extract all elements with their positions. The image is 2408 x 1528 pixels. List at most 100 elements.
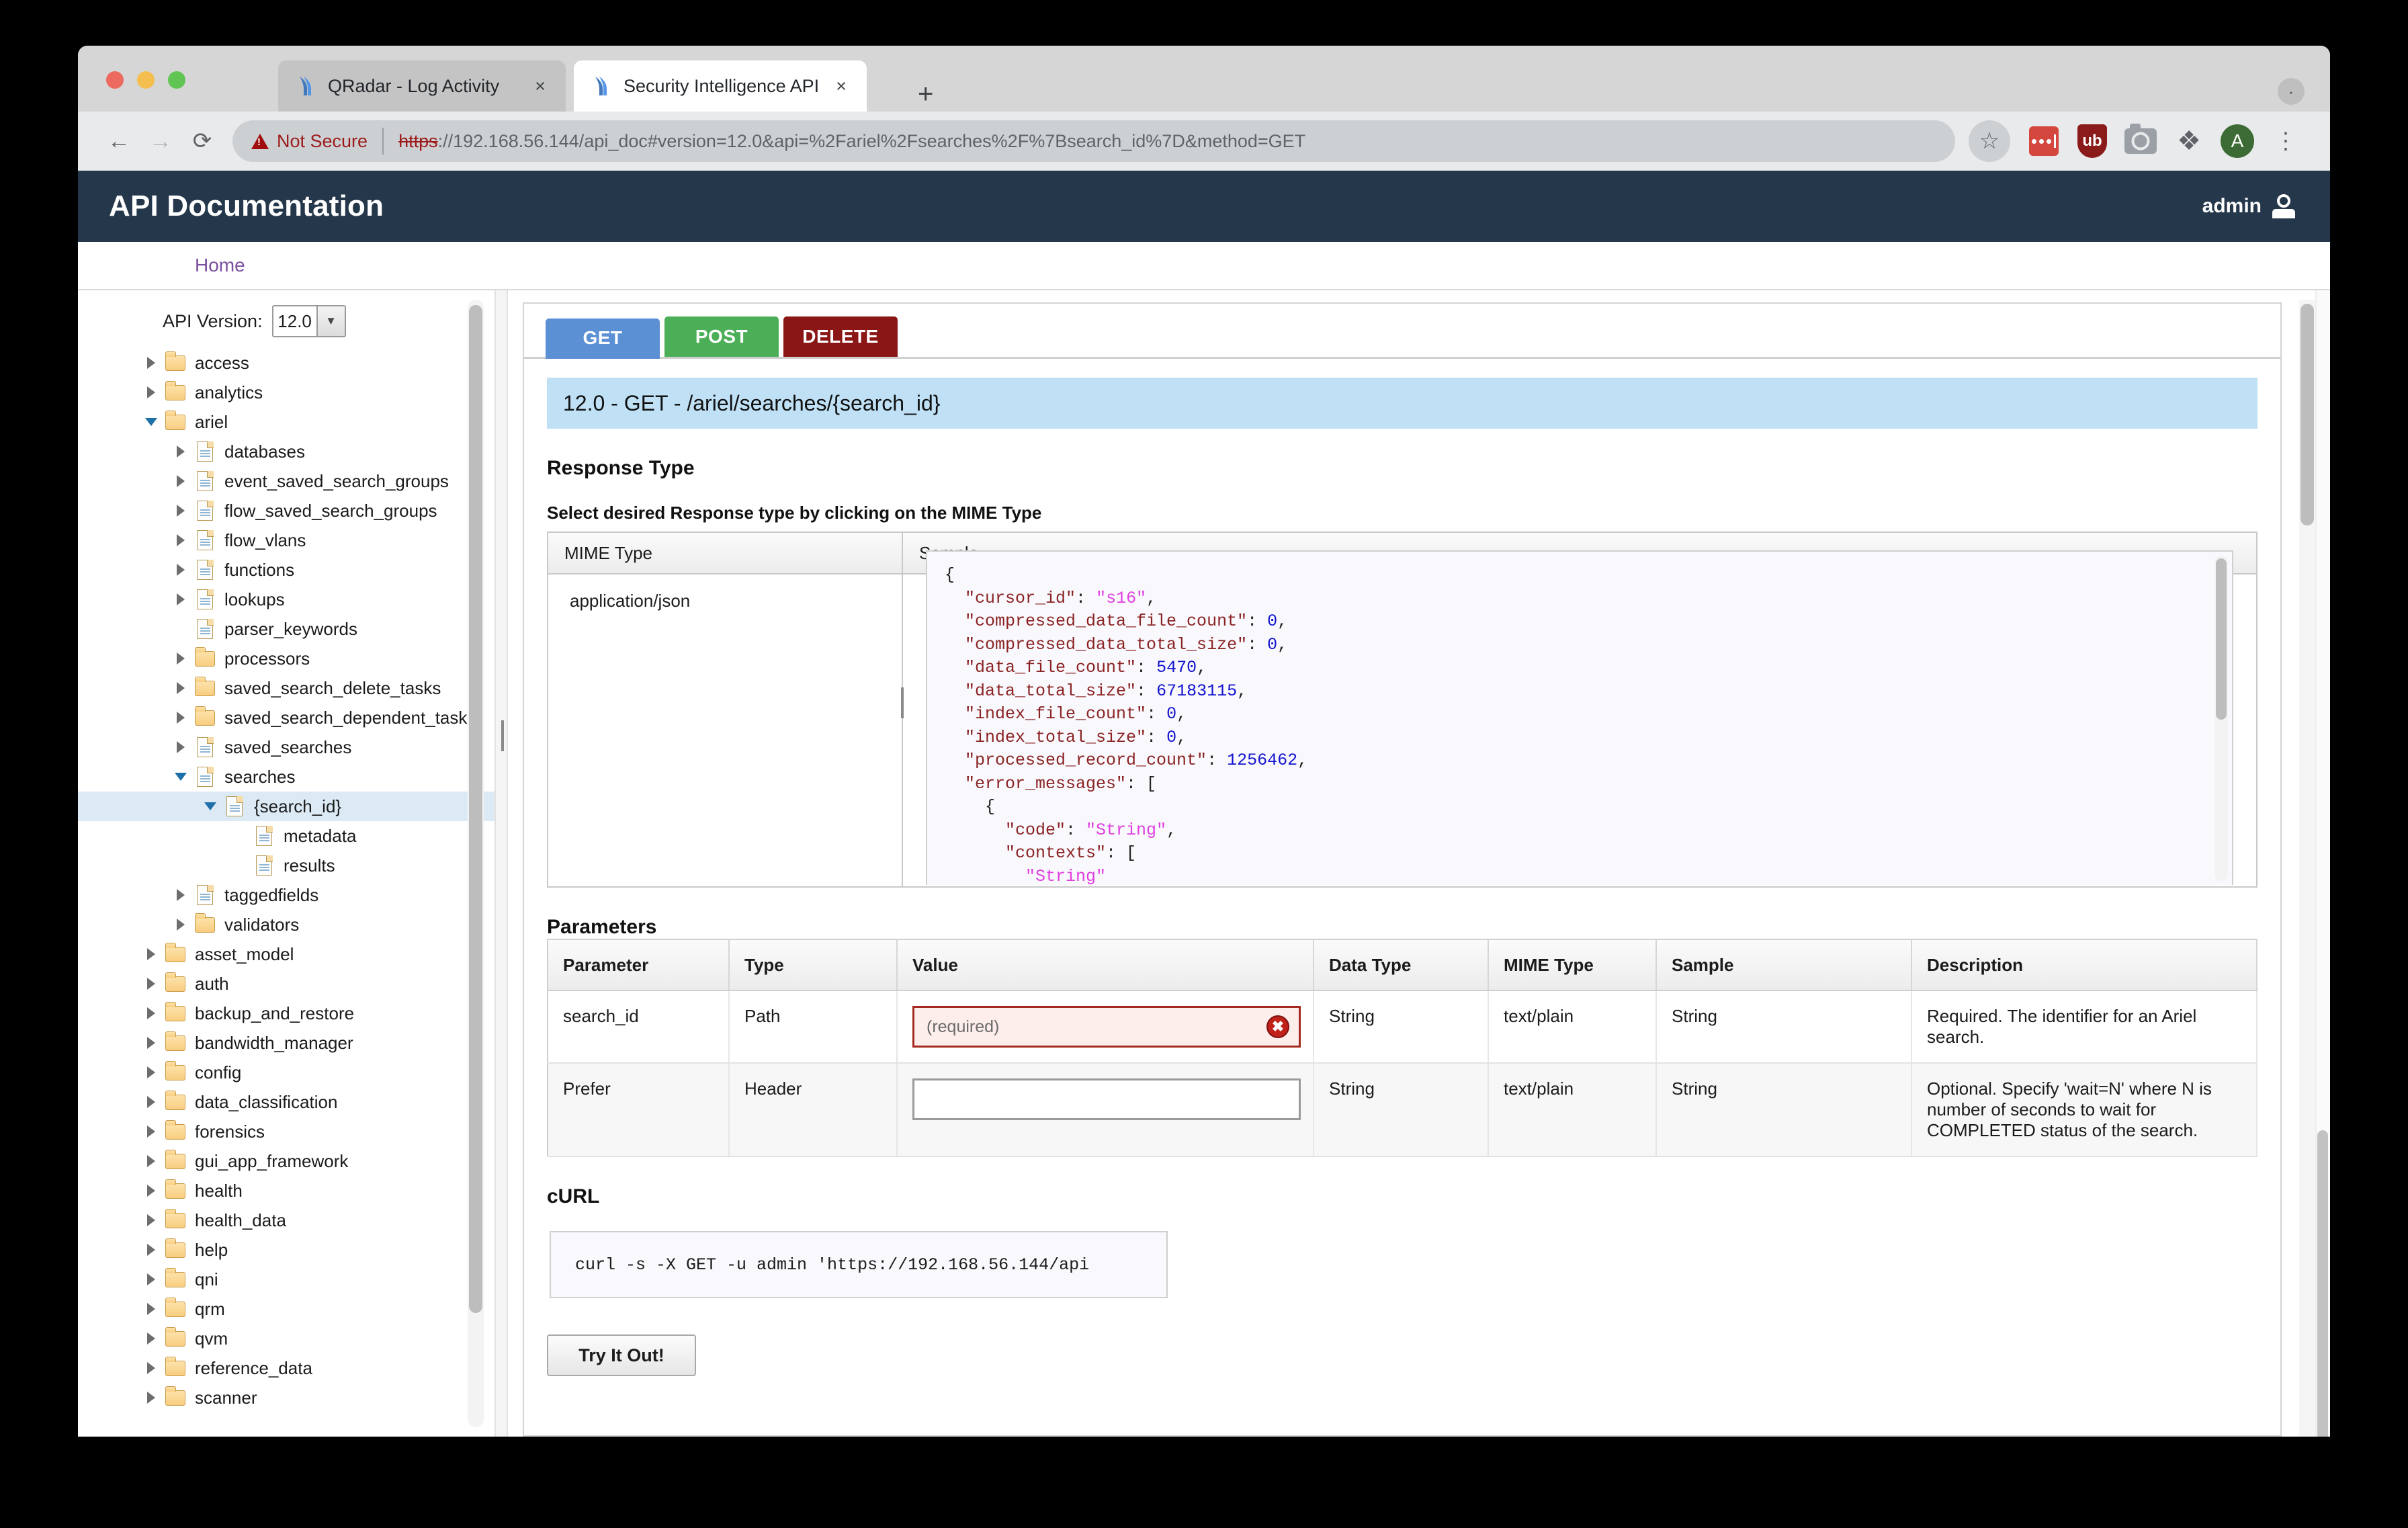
chevron-right-icon[interactable] bbox=[142, 1185, 160, 1197]
chevron-right-icon[interactable] bbox=[142, 1303, 160, 1315]
sidebar-scrollbar-thumb[interactable] bbox=[469, 305, 482, 1313]
mime-type-option-application-json[interactable]: application/json bbox=[548, 575, 902, 611]
tree-item-validators[interactable]: validators bbox=[78, 910, 494, 939]
bookmark-star-icon[interactable]: ☆ bbox=[1969, 120, 2010, 162]
profile-button[interactable]: A bbox=[2219, 122, 2256, 160]
window-menu-icon[interactable]: · bbox=[2278, 78, 2305, 105]
chevron-right-icon[interactable] bbox=[172, 445, 189, 458]
tree-item-auth[interactable]: auth bbox=[78, 969, 494, 999]
tree-item-analytics[interactable]: analytics bbox=[78, 378, 494, 407]
tree-item-bandwidth-manager[interactable]: bandwidth_manager bbox=[78, 1028, 494, 1058]
chevron-right-icon[interactable] bbox=[142, 386, 160, 398]
chevron-right-icon[interactable] bbox=[142, 1007, 160, 1019]
tree-item-databases[interactable]: databases bbox=[78, 437, 494, 466]
tree-item-event-saved-search-groups[interactable]: event_saved_search_groups bbox=[78, 466, 494, 496]
chevron-down-icon[interactable] bbox=[142, 418, 160, 426]
new-tab-icon[interactable]: + bbox=[918, 81, 933, 108]
chevron-right-icon[interactable] bbox=[142, 948, 160, 960]
browser-tab-qradar-log-activity[interactable]: QRadar - Log Activity × bbox=[278, 60, 566, 112]
sidebar-splitter[interactable] bbox=[494, 290, 508, 1437]
lastpass-extension-button[interactable] bbox=[2025, 122, 2063, 160]
forward-icon[interactable]: → bbox=[140, 120, 181, 162]
tree-item-saved-search-dependent-tasks[interactable]: saved_search_dependent_tasks bbox=[78, 703, 494, 732]
screenshot-extension-button[interactable] bbox=[2122, 122, 2159, 160]
tree-item-ariel[interactable]: ariel bbox=[78, 407, 494, 437]
chevron-right-icon[interactable] bbox=[172, 712, 189, 724]
tree-item-scanner[interactable]: scanner bbox=[78, 1383, 494, 1412]
browser-tab-security-intelligence-api[interactable]: Security Intelligence API × bbox=[574, 60, 867, 112]
page-scrollbar-track[interactable] bbox=[2315, 290, 2330, 1437]
ublock-origin-extension-button[interactable]: ub bbox=[2073, 122, 2111, 160]
tree-item-health-data[interactable]: health_data bbox=[78, 1205, 494, 1235]
tree-item-gui-app-framework[interactable]: gui_app_framework bbox=[78, 1146, 494, 1176]
chevron-down-icon[interactable]: ▼ bbox=[316, 306, 345, 336]
content-scrollbar-thumb[interactable] bbox=[2300, 304, 2314, 525]
tree-item-saved-search-delete-tasks[interactable]: saved_search_delete_tasks bbox=[78, 673, 494, 703]
tree-item-data-classification[interactable]: data_classification bbox=[78, 1087, 494, 1117]
chevron-right-icon[interactable] bbox=[142, 1362, 160, 1374]
splitter-handle-icon[interactable] bbox=[501, 720, 504, 751]
chevron-down-icon[interactable] bbox=[172, 773, 189, 781]
chevron-right-icon[interactable] bbox=[142, 1273, 160, 1285]
tree-item-processors[interactable]: processors bbox=[78, 644, 494, 673]
prefer-value-input[interactable] bbox=[912, 1078, 1301, 1120]
close-window-button[interactable] bbox=[106, 71, 124, 89]
chevron-right-icon[interactable] bbox=[142, 1332, 160, 1345]
chevron-right-icon[interactable] bbox=[172, 534, 189, 546]
chevron-right-icon[interactable] bbox=[142, 1126, 160, 1138]
validation-error-icon[interactable]: ✖ bbox=[1266, 1015, 1289, 1038]
tree-item-help[interactable]: help bbox=[78, 1235, 494, 1265]
chevron-right-icon[interactable] bbox=[142, 1214, 160, 1226]
tree-item-health[interactable]: health bbox=[78, 1176, 494, 1205]
reload-icon[interactable]: ⟳ bbox=[181, 120, 223, 162]
chevron-right-icon[interactable] bbox=[142, 1155, 160, 1167]
back-icon[interactable]: ← bbox=[98, 120, 140, 162]
try-it-out-button[interactable]: Try It Out! bbox=[547, 1334, 696, 1376]
chevron-right-icon[interactable] bbox=[172, 682, 189, 694]
chevron-right-icon[interactable] bbox=[172, 593, 189, 605]
api-version-select[interactable]: 12.0 ▼ bbox=[271, 305, 346, 337]
tree-item-parser-keywords[interactable]: parser_keywords bbox=[78, 614, 494, 644]
tree-item-access[interactable]: access bbox=[78, 348, 494, 378]
tab-method-delete[interactable]: DELETE bbox=[783, 316, 898, 357]
chevron-right-icon[interactable] bbox=[172, 741, 189, 753]
not-secure-indicator[interactable]: Not Secure bbox=[251, 131, 368, 152]
tree-item-taggedfields[interactable]: taggedfields bbox=[78, 880, 494, 910]
chevron-right-icon[interactable] bbox=[142, 978, 160, 990]
chevron-right-icon[interactable] bbox=[142, 1096, 160, 1108]
curl-command-box[interactable]: curl -s -X GET -u admin 'https://192.168… bbox=[550, 1231, 1168, 1298]
breadcrumb-home-link[interactable]: Home bbox=[195, 255, 245, 276]
chevron-right-icon[interactable] bbox=[142, 1392, 160, 1404]
chevron-right-icon[interactable] bbox=[172, 889, 189, 901]
chevron-right-icon[interactable] bbox=[172, 564, 189, 576]
tree-item-asset-model[interactable]: asset_model bbox=[78, 939, 494, 969]
tree-item-metadata[interactable]: metadata bbox=[78, 821, 494, 851]
tab-method-post[interactable]: POST bbox=[664, 316, 779, 357]
close-icon[interactable]: × bbox=[832, 76, 851, 97]
tree-item-search-id[interactable]: {search_id} bbox=[78, 792, 494, 821]
chevron-right-icon[interactable] bbox=[172, 475, 189, 487]
chevron-right-icon[interactable] bbox=[172, 505, 189, 517]
chevron-right-icon[interactable] bbox=[172, 652, 189, 665]
chrome-menu-button[interactable]: ⋮ bbox=[2267, 122, 2305, 160]
tree-item-backup-and-restore[interactable]: backup_and_restore bbox=[78, 999, 494, 1028]
user-menu[interactable]: admin bbox=[2202, 194, 2295, 218]
tree-item-flow-vlans[interactable]: flow_vlans bbox=[78, 525, 494, 555]
tree-item-reference-data[interactable]: reference_data bbox=[78, 1353, 494, 1383]
tree-item-flow-saved-search-groups[interactable]: flow_saved_search_groups bbox=[78, 496, 494, 525]
page-scrollbar-thumb[interactable] bbox=[2317, 1130, 2328, 1437]
search-id-value-input[interactable]: (required) ✖ bbox=[912, 1006, 1301, 1048]
address-bar[interactable]: Not Secure https://192.168.56.144/api_do… bbox=[232, 120, 1955, 162]
tab-method-get[interactable]: GET bbox=[546, 319, 660, 359]
tree-item-lookups[interactable]: lookups bbox=[78, 585, 494, 614]
tree-item-searches[interactable]: searches bbox=[78, 762, 494, 792]
chevron-right-icon[interactable] bbox=[142, 1037, 160, 1049]
chevron-down-icon[interactable] bbox=[202, 802, 219, 810]
tree-item-results[interactable]: results bbox=[78, 851, 494, 880]
chevron-right-icon[interactable] bbox=[172, 919, 189, 931]
sample-scrollbar-thumb[interactable] bbox=[2216, 558, 2227, 720]
tree-item-forensics[interactable]: forensics bbox=[78, 1117, 494, 1146]
chevron-right-icon[interactable] bbox=[142, 1066, 160, 1078]
tree-item-qni[interactable]: qni bbox=[78, 1265, 494, 1294]
tree-item-qrm[interactable]: qrm bbox=[78, 1294, 494, 1324]
